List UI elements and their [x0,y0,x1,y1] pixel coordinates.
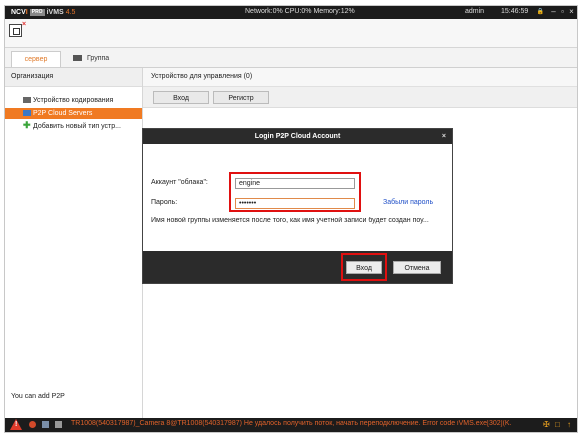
highlight-login-button [341,253,387,281]
clock: 15:46:59 [501,8,529,15]
login-button[interactable]: Вход [153,91,209,104]
lock-icon[interactable]: 🔒 [536,7,545,17]
alarm-icon[interactable] [29,421,36,428]
warning-icon[interactable] [10,419,22,430]
account-label: Аккаунт "облака": [151,179,208,186]
dialog-title: Login P2P Cloud Account × [143,129,452,144]
dialog-title-text: Login P2P Cloud Account [254,133,341,140]
title-bar: NCV I PRO iVMS 4.5 Network:0% CPU:0% Mem… [5,6,577,19]
sidebar-item-label: P2P Cloud Servers [33,110,93,117]
close-icon[interactable]: × [567,7,576,17]
highlight-credentials [229,172,361,212]
maximize-icon[interactable]: ▫ [558,7,567,17]
tab-group-label: Группа [87,55,110,62]
logo-sep: I [25,9,28,16]
tab-group[interactable]: Группа [67,51,127,67]
control-panel-icon[interactable] [9,24,22,37]
encoder-icon [23,97,31,103]
cloud-server-icon [23,110,31,116]
username[interactable]: admin [465,8,484,15]
forgot-password-link[interactable]: Забыли пароль [383,199,433,206]
sidebar-hint: You can add P2P [11,393,65,400]
device-icon[interactable] [55,421,62,428]
app-logo: NCV I PRO iVMS 4.5 [11,8,75,17]
window-icon[interactable]: □ [555,419,560,431]
password-label: Пароль: [151,199,178,206]
pin-icon[interactable]: ✠ [543,419,550,431]
status-bar: TR1008(540317987)_Camera 8@TR1008(540317… [5,418,577,432]
sidebar-header: Организация [5,68,142,87]
dialog-close-icon[interactable]: × [442,129,446,144]
sidebar-item-encoder[interactable]: Устройство кодирования [5,95,142,106]
system-status: Network:0% CPU:0% Memory:12% [245,8,355,15]
dialog-cancel-button[interactable]: Отмена [393,261,441,274]
toolbar: × [5,19,577,48]
register-button[interactable]: Регистр [213,91,269,104]
logo-pro: PRO [29,9,45,16]
sidebar-item-label: Устройство кодирования [33,97,114,104]
logo-version: 4.5 [65,9,76,16]
dialog-note: Имя новой группы изменяется после того, … [151,217,429,224]
tab-server[interactable]: сервер [11,51,61,67]
group-icon [73,55,82,62]
sidebar-item-p2p-cloud[interactable]: P2P Cloud Servers [5,108,142,119]
tab-bar: сервер Группа [5,48,577,68]
sidebar: Организация Устройство кодирования P2P C… [5,68,143,418]
main-button-bar: Вход Регистр [143,87,577,108]
device-count-header: Устройство для управления (0) [143,68,577,87]
add-icon: ✚ [23,120,31,130]
minimize-icon[interactable]: – [549,7,558,17]
sidebar-item-label: Добавить новый тип устр... [33,123,121,130]
close-tab-icon[interactable]: × [22,21,26,28]
app-window: NCV I PRO iVMS 4.5 Network:0% CPU:0% Mem… [4,5,578,433]
logo-ncv: NCV [11,9,26,16]
status-message: TR1008(540317987)_Camera 8@TR1008(540317… [71,420,511,427]
record-icon[interactable] [42,421,49,428]
logo-vms: iVMS [46,9,64,16]
login-dialog: Login P2P Cloud Account × Аккаунт "облак… [142,128,453,284]
sidebar-item-add-device-type[interactable]: ✚ Добавить новый тип устр... [5,120,142,132]
dialog-footer: Вход Отмена [143,251,452,283]
collapse-icon[interactable]: ↑ [567,419,571,431]
